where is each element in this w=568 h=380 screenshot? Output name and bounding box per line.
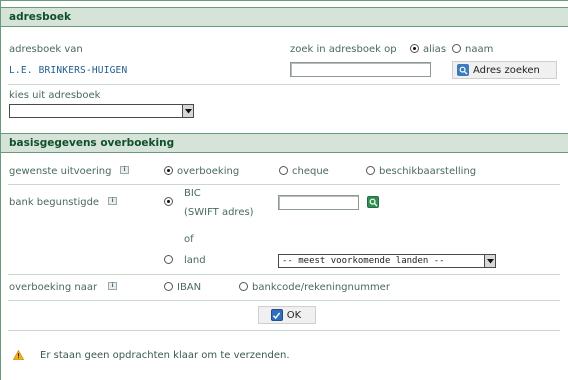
search-label: zoek in adresboek op: [290, 44, 397, 55]
owner-value: L.E. BRINKERS-HUIGEN: [9, 65, 128, 76]
ok-button-label: OK: [286, 309, 302, 321]
search-alias-label: alias: [423, 44, 447, 55]
info-icon[interactable]: i: [108, 282, 117, 290]
owner-label: adresboek van: [9, 44, 83, 55]
bic-label: BIC: [184, 188, 201, 199]
bankcode-label: bankcode/rekeningnummer: [252, 282, 390, 293]
or-text: of: [184, 234, 194, 245]
bic-search-button[interactable]: [367, 196, 379, 210]
country-select[interactable]: -- meest voorkomende landen --: [278, 254, 496, 268]
bic-input[interactable]: [278, 195, 359, 210]
search-icon: [367, 196, 379, 208]
execution-availability-radio[interactable]: [366, 166, 375, 175]
bic-radio[interactable]: [164, 197, 173, 206]
search-input[interactable]: [290, 62, 431, 77]
choose-address-select[interactable]: [9, 104, 194, 118]
choose-address-label: kies uit adresboek: [9, 90, 101, 101]
search-name-label: naam: [465, 44, 494, 55]
execution-transfer-radio[interactable]: [164, 166, 173, 175]
country-select-value: -- meest voorkomende landen --: [282, 256, 445, 266]
execution-label: gewenste uitvoering: [9, 166, 112, 177]
search-alias-radio[interactable]: [410, 44, 419, 53]
address-search-label: Adres zoeken: [473, 64, 540, 76]
divider: [8, 184, 560, 185]
execution-cheque-label: cheque: [292, 166, 329, 177]
iban-label: IBAN: [177, 282, 202, 293]
notice-text: Er staan geen opdrachten klaar om te ver…: [40, 350, 290, 361]
address-search-button[interactable]: Adres zoeken: [452, 61, 557, 79]
info-icon[interactable]: i: [108, 197, 117, 205]
divider: [8, 330, 560, 331]
divider: [8, 300, 560, 301]
beneficiary-bank-label: bank begunstigde: [9, 197, 100, 208]
info-icon[interactable]: i: [120, 166, 129, 174]
ok-button[interactable]: OK: [258, 306, 316, 324]
ok-check-icon: [270, 309, 283, 321]
divider: [8, 274, 560, 275]
execution-transfer-label: overboeking: [177, 166, 240, 177]
chevron-down-icon: [182, 105, 193, 117]
execution-cheque-radio[interactable]: [279, 166, 288, 175]
chevron-down-icon: [484, 255, 495, 267]
transfer-header: basisgegevens overboeking: [1, 133, 568, 153]
search-icon: [457, 64, 469, 76]
bankcode-radio[interactable]: [239, 282, 248, 291]
address-book-header: adresboek: [1, 7, 568, 27]
bic-sublabel: (SWIFT adres): [184, 207, 254, 218]
iban-radio[interactable]: [164, 282, 173, 291]
country-label: land: [184, 255, 206, 266]
transfer-to-label: overboeking naar: [9, 282, 98, 293]
search-name-radio[interactable]: [452, 44, 461, 53]
execution-availability-label: beschikbaarstelling: [379, 166, 477, 177]
country-radio[interactable]: [164, 255, 173, 264]
divider: [8, 84, 560, 85]
warning-icon: [12, 349, 25, 363]
